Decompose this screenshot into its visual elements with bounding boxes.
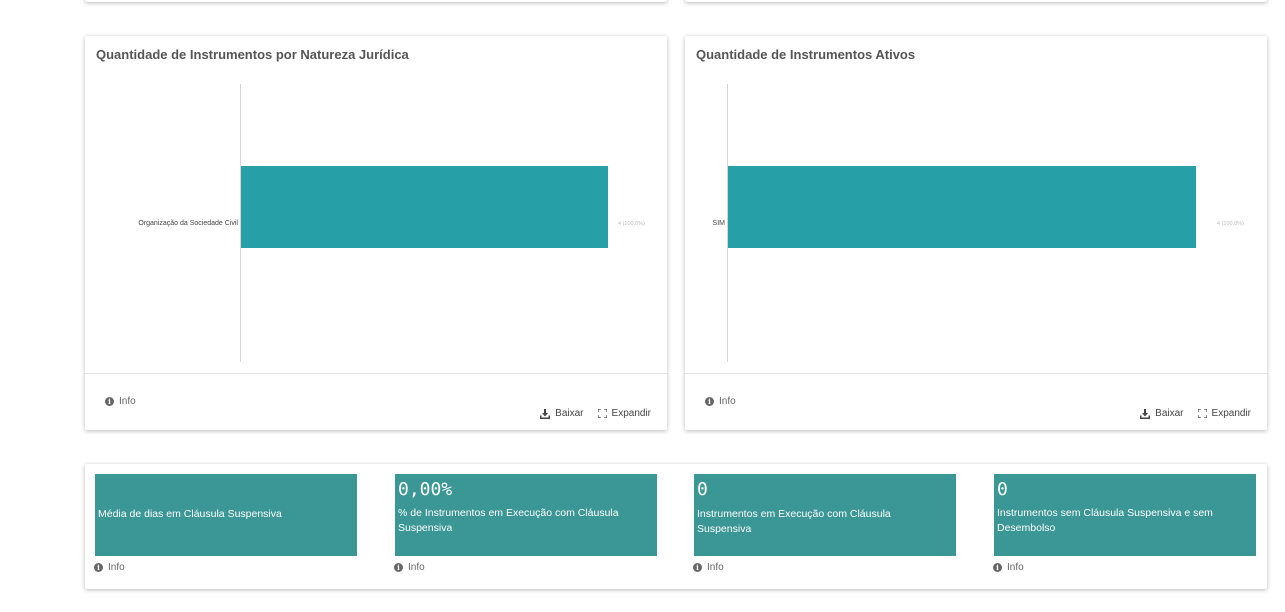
kpi-info-button[interactable]: i Info xyxy=(94,562,125,573)
card-footer-divider xyxy=(685,373,1267,374)
info-icon: i xyxy=(94,563,103,572)
bar-chart: SIM 4 (100,0%) xyxy=(713,84,1244,362)
expand-icon xyxy=(597,409,607,418)
info-icon: i xyxy=(105,397,114,406)
info-label: Info xyxy=(1007,562,1024,573)
category-label: Organização da Sociedade Civil xyxy=(138,220,238,227)
card-footer-divider xyxy=(85,373,667,374)
download-label: Baixar xyxy=(555,408,584,419)
info-label: Info xyxy=(719,396,736,407)
kpi-info-button[interactable]: i Info xyxy=(394,562,425,573)
download-label: Baixar xyxy=(1155,408,1184,419)
bar-chart: Organização da Sociedade Civil 4 (100,0%… xyxy=(138,84,645,362)
info-label: Info xyxy=(119,396,136,407)
kpi-value: 0,00% xyxy=(398,479,453,500)
chart-card-natureza-juridica: Quantidade de Instrumentos por Natureza … xyxy=(85,36,667,430)
chart-actions: Baixar Expandir xyxy=(1140,408,1251,419)
kpi-panel: Média de dias em Cláusula Suspensiva i I… xyxy=(85,464,1267,589)
expand-button[interactable]: Expandir xyxy=(1197,408,1251,419)
info-button[interactable]: i Info xyxy=(705,396,736,407)
kpi-info-button[interactable]: i Info xyxy=(693,562,724,573)
info-icon: i xyxy=(993,563,1002,572)
category-label: SIM xyxy=(713,220,726,227)
info-icon: i xyxy=(693,563,702,572)
previous-card-left xyxy=(85,0,667,2)
kpi-sem-clausula-desembolso: 0 Instrumentos sem Cláusula Suspensiva e… xyxy=(994,474,1256,556)
bar-value-label: 4 (100,0%) xyxy=(618,221,645,227)
chart-actions: Baixar Expandir xyxy=(540,408,651,419)
expand-button[interactable]: Expandir xyxy=(597,408,651,419)
expand-icon xyxy=(1197,409,1207,418)
expand-label: Expandir xyxy=(1211,408,1251,419)
info-label: Info xyxy=(707,562,724,573)
info-icon: i xyxy=(394,563,403,572)
info-label: Info xyxy=(108,562,125,573)
download-button[interactable]: Baixar xyxy=(1140,408,1184,419)
kpi-value: 0 xyxy=(997,479,1008,500)
info-button[interactable]: i Info xyxy=(105,396,136,407)
kpi-execucao-clausula: 0 Instrumentos em Execução com Cláusula … xyxy=(694,474,956,556)
kpi-label: Instrumentos em Execução com Cláusula Su… xyxy=(697,508,891,535)
expand-label: Expandir xyxy=(611,408,651,419)
bar-value-label: 4 (100,0%) xyxy=(1217,221,1244,227)
bar[interactable] xyxy=(241,166,608,248)
download-button[interactable]: Baixar xyxy=(540,408,584,419)
chart-card-instrumentos-ativos: Quantidade de Instrumentos Ativos SIM 4 … xyxy=(685,36,1267,430)
previous-card-right xyxy=(685,0,1267,2)
info-label: Info xyxy=(408,562,425,573)
kpi-value: 0 xyxy=(697,479,708,500)
kpi-percentual-execucao: 0,00% % de Instrumentos em Execução com … xyxy=(395,474,657,556)
bar[interactable] xyxy=(728,166,1196,248)
kpi-label: % de Instrumentos em Execução com Cláusu… xyxy=(398,507,619,534)
download-icon xyxy=(1140,408,1151,419)
download-icon xyxy=(540,408,551,419)
kpi-label: Instrumentos sem Cláusula Suspensiva e s… xyxy=(997,507,1213,534)
kpi-info-button[interactable]: i Info xyxy=(993,562,1024,573)
info-icon: i xyxy=(705,397,714,406)
kpi-media-dias: Média de dias em Cláusula Suspensiva xyxy=(95,474,357,556)
kpi-label: Média de dias em Cláusula Suspensiva xyxy=(98,508,282,520)
